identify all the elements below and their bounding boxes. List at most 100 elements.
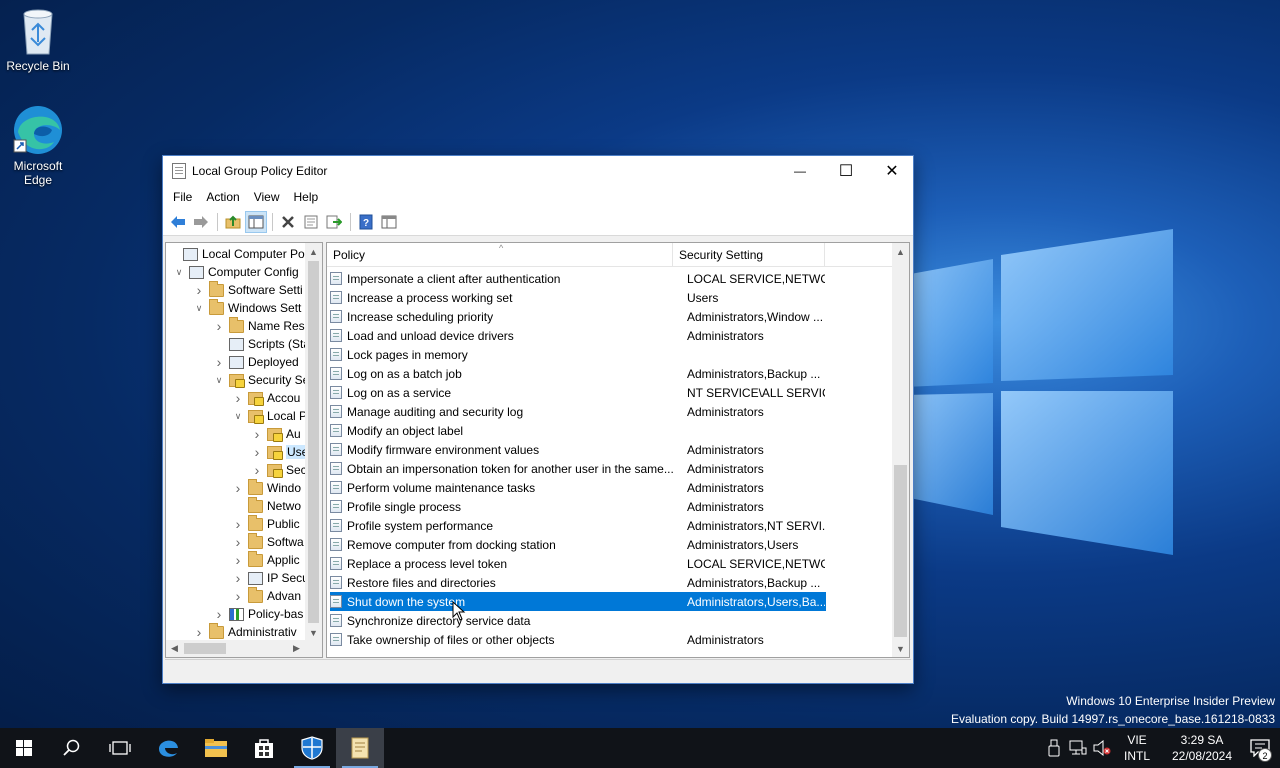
tree-item[interactable]: › Windo (233, 478, 301, 497)
delete-button[interactable] (277, 211, 299, 233)
scroll-up-arrow-icon[interactable]: ▲ (892, 243, 909, 260)
expand-chevron-icon[interactable]: › (214, 354, 224, 370)
column-header-policy[interactable]: ^ Policy (327, 243, 673, 267)
help-button[interactable]: ? (355, 211, 377, 233)
policy-row[interactable]: Modify firmware environment values Admini… (330, 440, 826, 459)
policy-row[interactable]: Modify an object label (330, 421, 826, 440)
task-view-button[interactable] (96, 728, 144, 768)
clock[interactable]: 3:29 SA 22/08/2024 (1164, 732, 1240, 764)
tree-item[interactable]: Netwo (233, 496, 301, 515)
show-hide-tree-button[interactable] (245, 211, 267, 233)
edge-shortcut[interactable]: Microsoft Edge (0, 104, 76, 187)
policy-row[interactable]: Log on as a batch job Administrators,Back… (330, 364, 826, 383)
scroll-right-arrow-icon[interactable]: ▶ (288, 640, 305, 657)
policy-row[interactable]: Log on as a service NT SERVICE\ALL SERVIC… (330, 383, 826, 402)
menu-help[interactable]: Help (287, 190, 326, 204)
tree-item[interactable]: › Policy-bas (214, 605, 304, 623)
tree-item[interactable]: › Accou (233, 389, 301, 407)
tree-item[interactable]: › IP Secu (233, 569, 309, 587)
search-button[interactable] (48, 728, 96, 768)
expand-chevron-icon[interactable]: › (233, 588, 243, 604)
tree-item[interactable]: ∨ Local P (233, 407, 307, 425)
policy-row[interactable]: Synchronize directory service data (330, 611, 826, 630)
taskbar-group-policy-editor[interactable] (336, 728, 384, 768)
tree-item[interactable]: ∨ Windows Sett (194, 298, 301, 317)
menu-action[interactable]: Action (199, 190, 246, 204)
input-language-indicator[interactable]: VIE INTL (1120, 732, 1154, 764)
tree-item[interactable]: › Applic (233, 550, 300, 569)
expand-chevron-icon[interactable]: › (233, 390, 243, 406)
tree-item[interactable]: Scripts (Sta (214, 335, 310, 353)
network-button[interactable] (1066, 728, 1090, 768)
up-one-level-button[interactable] (222, 211, 244, 233)
volume-button[interactable] (1090, 728, 1114, 768)
policy-row[interactable]: Load and unload device drivers Administra… (330, 326, 826, 345)
console-tree[interactable]: Local Computer Polic ∨ Computer Config › Sof… (165, 242, 323, 658)
policy-row[interactable]: Lock pages in memory (330, 345, 826, 364)
policy-row[interactable]: Take ownership of files or other objects… (330, 630, 826, 649)
forward-button[interactable] (190, 211, 212, 233)
scroll-down-arrow-icon[interactable]: ▼ (305, 624, 322, 641)
tree-item[interactable]: ∨ Computer Config (174, 263, 299, 281)
maximize-button[interactable]: ☐ (823, 156, 869, 185)
expand-chevron-icon[interactable]: › (194, 624, 204, 640)
tree-vertical-scrollbar[interactable]: ▲ ▼ (305, 243, 322, 641)
close-button[interactable]: ✕ (869, 156, 915, 185)
menu-file[interactable]: File (166, 190, 199, 204)
expand-chevron-icon[interactable]: › (194, 282, 204, 298)
policy-row[interactable]: Restore files and directories Administrat… (330, 573, 826, 592)
expand-chevron-icon[interactable]: › (233, 570, 243, 586)
tree-horizontal-scrollbar[interactable]: ◀ ▶ (166, 640, 322, 657)
expand-chevron-icon[interactable]: › (214, 318, 224, 334)
collapse-chevron-icon[interactable]: ∨ (194, 303, 204, 314)
tree-item[interactable]: › Public (233, 514, 300, 533)
policy-row[interactable]: Increase scheduling priority Administrato… (330, 307, 826, 326)
back-button[interactable] (167, 211, 189, 233)
window-titlebar[interactable]: Local Group Policy Editor — ☐ ✕ (163, 156, 913, 185)
expand-chevron-icon[interactable]: › (252, 462, 262, 478)
policy-row[interactable]: Manage auditing and security log Administ… (330, 402, 826, 421)
policy-row[interactable]: Shut down the system Administrators,Users… (330, 592, 826, 611)
tree-scroll-thumb[interactable] (308, 261, 319, 623)
tree-item[interactable]: › Software Setti (194, 280, 303, 299)
expand-chevron-icon[interactable]: › (233, 534, 243, 550)
policy-row[interactable]: Profile single process Administrators (330, 497, 826, 516)
policy-row[interactable]: Replace a process level token LOCAL SERVI… (330, 554, 826, 573)
expand-chevron-icon[interactable]: › (233, 516, 243, 532)
tree-item[interactable]: › Deployed (214, 353, 299, 371)
column-header-security-setting[interactable]: Security Setting (673, 243, 825, 267)
expand-chevron-icon[interactable]: › (252, 444, 262, 460)
policy-row[interactable]: Perform volume maintenance tasks Administ… (330, 478, 826, 497)
tree-item[interactable]: › Au (252, 425, 301, 443)
taskbar-windows-defender[interactable] (288, 728, 336, 768)
usb-device-button[interactable] (1042, 728, 1066, 768)
expand-chevron-icon[interactable]: › (233, 552, 243, 568)
taskbar-edge[interactable] (144, 728, 192, 768)
scroll-up-arrow-icon[interactable]: ▲ (305, 243, 322, 260)
taskbar-file-explorer[interactable] (192, 728, 240, 768)
tree-item[interactable]: › Sec (252, 461, 307, 479)
policy-list[interactable]: ^ Policy Security Setting ▲ ▼ Impersonat… (326, 242, 910, 658)
expand-chevron-icon[interactable]: › (252, 426, 262, 442)
tree-item[interactable]: Local Computer Polic (168, 245, 316, 263)
list-vertical-scrollbar[interactable]: ▲ ▼ (892, 243, 909, 657)
view-button[interactable] (378, 211, 400, 233)
policy-row[interactable]: Obtain an impersonation token for anothe… (330, 459, 826, 478)
tree-item[interactable]: › Advan (233, 586, 301, 605)
export-list-button[interactable] (323, 211, 345, 233)
expand-chevron-icon[interactable]: › (233, 480, 243, 496)
list-scroll-thumb[interactable] (894, 465, 907, 637)
scroll-down-arrow-icon[interactable]: ▼ (892, 640, 909, 657)
policy-row[interactable]: Remove computer from docking station Admi… (330, 535, 826, 554)
menu-view[interactable]: View (247, 190, 287, 204)
recycle-bin-shortcut[interactable]: Recycle Bin (0, 8, 76, 73)
expand-chevron-icon[interactable]: › (214, 606, 224, 622)
collapse-chevron-icon[interactable]: ∨ (174, 267, 184, 278)
minimize-button[interactable]: — (777, 156, 823, 185)
taskbar-store[interactable] (240, 728, 288, 768)
tree-item[interactable]: › Softwa (233, 532, 304, 551)
policy-row[interactable]: Impersonate a client after authenticatio… (330, 269, 826, 288)
policy-row[interactable]: Increase a process working set Users (330, 288, 826, 307)
policy-row[interactable]: Profile system performance Administrators… (330, 516, 826, 535)
tree-item[interactable]: › Name Res (214, 316, 305, 335)
